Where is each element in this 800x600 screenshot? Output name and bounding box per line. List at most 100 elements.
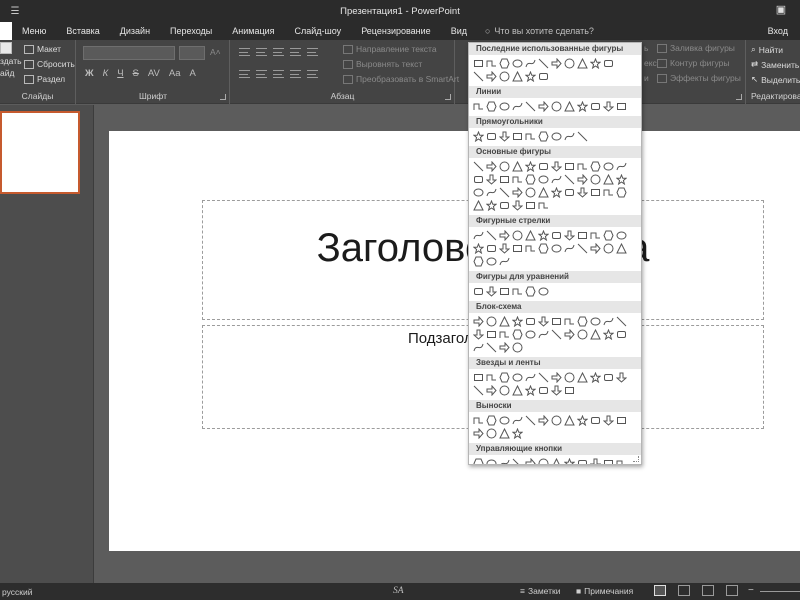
shape-option[interactable]	[472, 71, 484, 83]
shape-option[interactable]	[537, 372, 549, 384]
columns-button[interactable]	[307, 70, 318, 78]
shape-option[interactable]	[563, 243, 575, 255]
shape-option[interactable]	[524, 316, 536, 328]
shape-option[interactable]	[589, 458, 601, 464]
tab-view[interactable]: Вид	[441, 22, 477, 40]
shape-option[interactable]	[589, 243, 601, 255]
shape-option[interactable]	[485, 230, 497, 242]
shape-option[interactable]	[602, 372, 614, 384]
shape-option[interactable]	[511, 71, 523, 83]
shape-option[interactable]	[511, 174, 523, 186]
shape-option[interactable]	[472, 458, 484, 464]
shape-option[interactable]	[485, 131, 497, 143]
slide-thumbnails-panel[interactable]	[0, 105, 94, 583]
shape-option[interactable]	[550, 385, 562, 397]
shape-option[interactable]	[524, 243, 536, 255]
shape-option[interactable]	[537, 101, 549, 113]
shape-option[interactable]	[472, 342, 484, 354]
shape-option[interactable]	[537, 243, 549, 255]
shape-option[interactable]	[485, 256, 497, 268]
notes-button[interactable]: ≡ Заметки	[520, 586, 560, 596]
normal-view-icon[interactable]	[654, 585, 666, 596]
shape-option[interactable]	[485, 385, 497, 397]
shape-option[interactable]	[589, 101, 601, 113]
shape-option[interactable]	[589, 329, 601, 341]
new-slide-button[interactable]: здать айд	[0, 42, 22, 78]
shape-option[interactable]	[511, 286, 523, 298]
font-dialog-launcher[interactable]	[220, 94, 226, 100]
underline-button[interactable]: Ч	[117, 68, 123, 79]
shape-option[interactable]	[498, 161, 510, 173]
shape-option[interactable]	[550, 161, 562, 173]
ribbon-display-options-icon[interactable]: ▣	[768, 3, 794, 19]
shape-option[interactable]	[485, 342, 497, 354]
shape-option[interactable]	[563, 161, 575, 173]
shape-option[interactable]	[576, 58, 588, 70]
shape-option[interactable]	[485, 174, 497, 186]
shape-option[interactable]	[472, 131, 484, 143]
shape-option[interactable]	[615, 415, 627, 427]
zoom-slider[interactable]	[760, 591, 800, 592]
shape-option[interactable]	[472, 174, 484, 186]
shape-option[interactable]	[472, 286, 484, 298]
shape-option[interactable]	[615, 458, 627, 464]
tab-review[interactable]: Рецензирование	[351, 22, 441, 40]
text-direction-button[interactable]: Направление текста	[343, 44, 437, 54]
spacing-button[interactable]: AV	[148, 68, 160, 79]
shape-option[interactable]	[550, 58, 562, 70]
shape-option[interactable]	[485, 200, 497, 212]
tab-menu[interactable]: Меню	[12, 22, 56, 40]
shape-option[interactable]	[615, 174, 627, 186]
shape-option[interactable]	[511, 316, 523, 328]
shape-option[interactable]	[602, 187, 614, 199]
shape-option[interactable]	[511, 428, 523, 440]
shape-option[interactable]	[485, 329, 497, 341]
shape-option[interactable]	[537, 174, 549, 186]
shape-option[interactable]	[550, 372, 562, 384]
shape-option[interactable]	[537, 230, 549, 242]
shape-option[interactable]	[472, 256, 484, 268]
shape-option[interactable]	[472, 415, 484, 427]
resize-grip[interactable]	[633, 456, 639, 462]
shape-option[interactable]	[472, 58, 484, 70]
reset-button[interactable]: Сбросить	[24, 59, 75, 69]
shape-option[interactable]	[524, 329, 536, 341]
shape-option[interactable]	[576, 174, 588, 186]
shape-option[interactable]	[550, 174, 562, 186]
shape-option[interactable]	[498, 58, 510, 70]
shape-option[interactable]	[472, 230, 484, 242]
font-size-select[interactable]	[179, 46, 205, 60]
shape-option[interactable]	[537, 161, 549, 173]
shape-option[interactable]	[537, 71, 549, 83]
align-left-button[interactable]	[239, 70, 250, 78]
shape-option[interactable]	[550, 243, 562, 255]
shape-option[interactable]	[602, 230, 614, 242]
slide-sorter-view-icon[interactable]	[678, 585, 690, 596]
shape-option[interactable]	[602, 329, 614, 341]
shape-option[interactable]	[615, 372, 627, 384]
shape-option[interactable]	[524, 286, 536, 298]
shape-option[interactable]	[524, 230, 536, 242]
shape-option[interactable]	[576, 329, 588, 341]
shape-option[interactable]	[511, 230, 523, 242]
shape-option[interactable]	[485, 161, 497, 173]
shape-option[interactable]	[472, 428, 484, 440]
shape-option[interactable]	[485, 71, 497, 83]
shape-option[interactable]	[602, 316, 614, 328]
shape-option[interactable]	[563, 58, 575, 70]
tab-slideshow[interactable]: Слайд-шоу	[285, 22, 352, 40]
shape-option[interactable]	[576, 161, 588, 173]
shape-option[interactable]	[615, 161, 627, 173]
shape-option[interactable]	[576, 101, 588, 113]
shape-option[interactable]	[485, 286, 497, 298]
shape-option[interactable]	[602, 174, 614, 186]
shape-option[interactable]	[498, 342, 510, 354]
shape-option[interactable]	[576, 230, 588, 242]
shape-option[interactable]	[550, 316, 562, 328]
tab-animations[interactable]: Анимация	[222, 22, 284, 40]
shape-option[interactable]	[589, 58, 601, 70]
shape-fill-button[interactable]: Заливка фигуры	[657, 43, 735, 53]
shape-option[interactable]	[511, 187, 523, 199]
shape-option[interactable]	[537, 458, 549, 464]
shape-option[interactable]	[563, 415, 575, 427]
